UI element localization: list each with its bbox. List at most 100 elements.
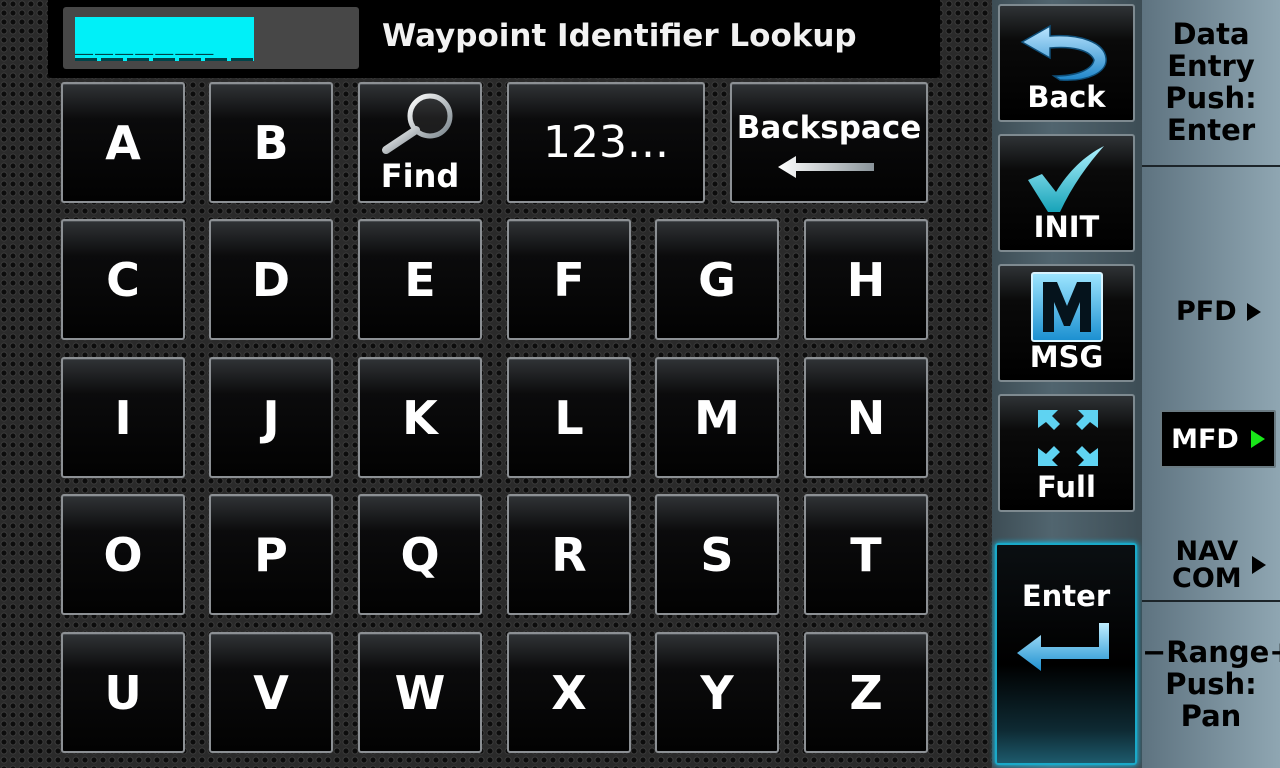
navcom-label: NAV COM	[1172, 538, 1242, 592]
back-button[interactable]: Back	[998, 4, 1135, 122]
key-label: E	[404, 252, 436, 307]
key-e[interactable]: E	[358, 219, 482, 340]
data-entry-line: Data	[1172, 17, 1250, 51]
key-label: O	[103, 527, 143, 582]
key-label: I	[114, 390, 132, 445]
key-label: D	[251, 252, 291, 307]
key-label: B	[253, 115, 289, 170]
strip-divider	[1142, 600, 1280, 602]
range-line: Push:	[1165, 667, 1257, 701]
key-label: S	[700, 527, 734, 582]
data-entry-line: Push:	[1165, 81, 1257, 115]
key-g[interactable]: G	[655, 219, 779, 340]
key-label: T	[850, 527, 882, 582]
key-label: X	[551, 665, 587, 720]
range-line: −Range+	[1142, 635, 1280, 669]
key-y[interactable]: Y	[655, 632, 779, 753]
key-label: R	[551, 527, 587, 582]
key-n[interactable]: N	[804, 357, 928, 478]
key-c[interactable]: C	[61, 219, 185, 340]
key-m[interactable]: M	[655, 357, 779, 478]
key-label: A	[105, 115, 141, 170]
entry-field-underline	[75, 58, 254, 61]
pfd-label: PFD	[1176, 296, 1237, 327]
data-entry-knob-label: Data Entry Push: Enter	[1142, 18, 1280, 146]
mfd-label: MFD	[1171, 423, 1239, 455]
data-entry-line: Entry	[1167, 49, 1255, 83]
key-label: P	[254, 527, 288, 582]
left-arrow-icon	[778, 156, 874, 178]
key-o[interactable]: O	[61, 494, 185, 615]
key-v[interactable]: V	[209, 632, 333, 753]
key-s[interactable]: S	[655, 494, 779, 615]
back-arrow-icon	[1020, 24, 1107, 81]
enter-button[interactable]: Enter	[995, 543, 1137, 765]
key-i[interactable]: I	[61, 357, 185, 478]
pfd-softkey[interactable]: PFD	[1176, 296, 1272, 327]
key-label: K	[402, 390, 438, 445]
full-button[interactable]: Full	[998, 394, 1135, 512]
range-line: Pan	[1180, 699, 1242, 733]
key-p[interactable]: P	[209, 494, 333, 615]
page-title: Waypoint Identifier Lookup	[382, 18, 857, 54]
key-r[interactable]: R	[507, 494, 631, 615]
fullscreen-arrows-icon	[1038, 410, 1098, 466]
checkmark-icon	[1028, 146, 1104, 212]
key-label: N	[846, 390, 886, 445]
key-l[interactable]: L	[507, 357, 631, 478]
numeric-label: 123...	[543, 117, 669, 168]
right-triangle-icon	[1246, 302, 1261, 321]
key-d[interactable]: D	[209, 219, 333, 340]
key-h[interactable]: H	[804, 219, 928, 340]
navcom-line: NAV	[1175, 536, 1239, 567]
key-label: H	[846, 252, 886, 307]
key-label: L	[554, 390, 584, 445]
key-label: W	[394, 665, 446, 720]
right-triangle-icon	[1251, 556, 1266, 574]
key-k[interactable]: K	[358, 357, 482, 478]
identifier-entry-field[interactable]: _______	[75, 17, 254, 61]
key-label: U	[104, 665, 142, 720]
mfd-softkey[interactable]: MFD	[1160, 410, 1276, 468]
message-m-icon	[1031, 272, 1103, 342]
navcom-line: COM	[1172, 563, 1242, 594]
enter-label: Enter	[1021, 579, 1111, 613]
key-label: F	[553, 252, 585, 307]
key-label: G	[698, 252, 736, 307]
strip-divider	[1142, 165, 1280, 167]
key-z[interactable]: Z	[804, 632, 928, 753]
key-label: M	[694, 390, 740, 445]
key-label: V	[253, 665, 289, 720]
key-x[interactable]: X	[507, 632, 631, 753]
key-b[interactable]: B	[209, 82, 333, 203]
key-label: J	[262, 390, 280, 445]
key-label: Z	[849, 665, 883, 720]
msg-button[interactable]: MSG	[998, 264, 1135, 382]
init-button[interactable]: INIT	[998, 134, 1135, 252]
key-j[interactable]: J	[209, 357, 333, 478]
backspace-button[interactable]: Backspace	[730, 82, 928, 203]
selected-triangle-icon	[1250, 430, 1265, 448]
numeric-keypad-button[interactable]: 123...	[507, 82, 705, 203]
range-knob-label: −Range+ Push: Pan	[1142, 636, 1280, 732]
key-label: Q	[400, 527, 440, 582]
key-q[interactable]: Q	[358, 494, 482, 615]
key-f[interactable]: F	[507, 219, 631, 340]
key-a[interactable]: A	[61, 82, 185, 203]
key-label: Y	[700, 665, 734, 720]
msg-label: MSG	[1029, 340, 1104, 374]
magnifier-icon	[382, 93, 453, 154]
key-label: C	[106, 252, 140, 307]
data-entry-line: Enter	[1166, 113, 1256, 147]
key-u[interactable]: U	[61, 632, 185, 753]
find-label: Find	[380, 157, 460, 195]
enter-return-arrow-icon	[1017, 623, 1109, 671]
key-w[interactable]: W	[358, 632, 482, 753]
backspace-label: Backspace	[736, 110, 922, 146]
find-button[interactable]: Find	[358, 82, 482, 203]
back-label: Back	[1027, 80, 1106, 114]
init-label: INIT	[1033, 210, 1100, 244]
full-label: Full	[1037, 470, 1096, 504]
navcom-softkey[interactable]: NAV COM	[1172, 538, 1272, 592]
key-t[interactable]: T	[804, 494, 928, 615]
